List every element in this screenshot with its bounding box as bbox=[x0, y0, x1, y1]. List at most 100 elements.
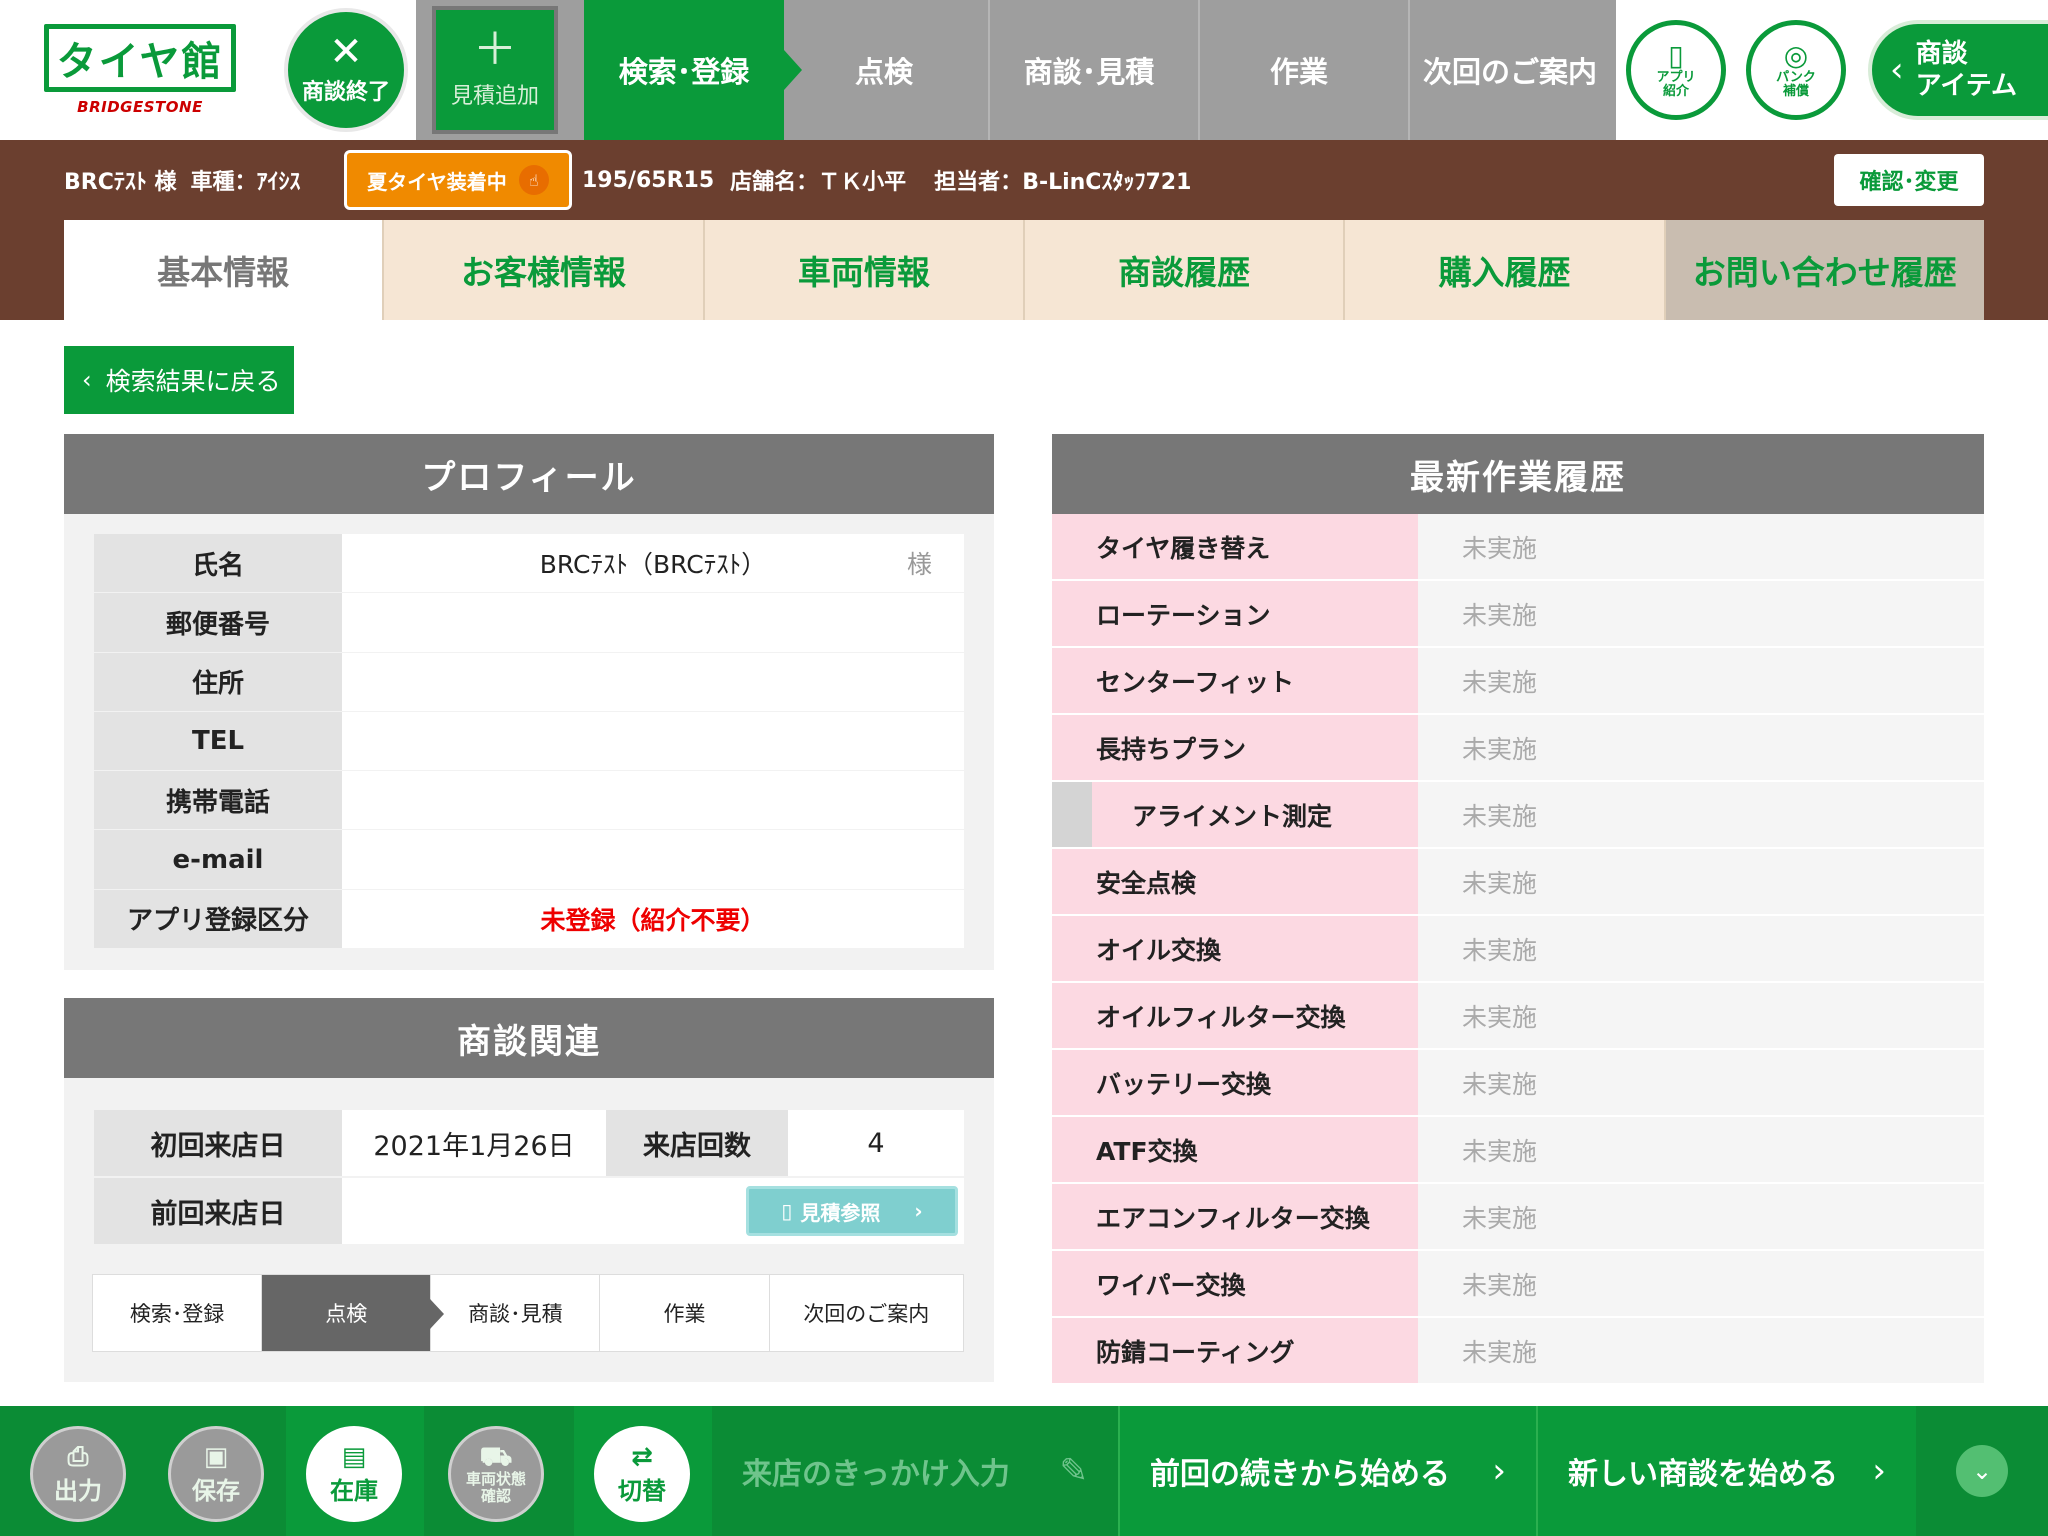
work-status: 未実施 bbox=[1418, 1251, 1984, 1316]
flow-step-next-guide: 次回のご案内 bbox=[803, 1302, 930, 1326]
vehicle-check-label-2: 確認 bbox=[480, 1487, 511, 1505]
negotiation-items-button[interactable]: ‹ 商談 アイテム bbox=[1868, 20, 2048, 120]
work-status: 未実施 bbox=[1418, 1050, 1984, 1115]
stock-button[interactable]: ▤ 在庫 bbox=[306, 1426, 402, 1522]
list-item: タイヤ履き替え 未実施 bbox=[1052, 514, 1984, 581]
switch-button[interactable]: ⇄ 切替 bbox=[594, 1426, 690, 1522]
new-negotiation-button[interactable]: 新しい商談を始める › bbox=[1536, 1406, 1916, 1536]
back-to-results-button[interactable]: ‹ 検索結果に戻る bbox=[64, 346, 294, 414]
confirm-change-button[interactable]: 確認･変更 bbox=[1834, 154, 1984, 206]
step-inspection[interactable]: 点検 bbox=[784, 0, 990, 140]
work-label-indented: アライメント測定 bbox=[1052, 782, 1418, 847]
vehicle-check-button[interactable]: ⛟ 車両状態 確認 bbox=[448, 1426, 544, 1522]
flow-step-negotiation-estimate: 商談･見積 bbox=[431, 1275, 601, 1351]
row-value bbox=[342, 593, 964, 652]
continue-previous-button[interactable]: 前回の続きから始める › bbox=[1118, 1406, 1536, 1536]
row-label: 初回来店日 bbox=[94, 1110, 342, 1176]
car-model: ｱｲｼｽ bbox=[256, 170, 301, 195]
table-row: 氏名 BRCﾃｽﾄ（BRCﾃｽﾄ） 様 bbox=[94, 534, 964, 594]
work-label: ATF交換 bbox=[1052, 1117, 1418, 1182]
document-icon: ▯ bbox=[781, 1199, 793, 1223]
bridgestone-logo: BRIDGESTONE bbox=[77, 98, 203, 116]
tire-status-label: 夏タイヤ装着中 bbox=[367, 169, 507, 194]
row-label: 前回来店日 bbox=[94, 1178, 342, 1244]
logo-text: タイヤ館 bbox=[44, 24, 236, 92]
chevron-right-icon: › bbox=[914, 1199, 923, 1223]
row-value bbox=[342, 771, 964, 830]
tab-negotiation-history[interactable]: 商談履歴 bbox=[1024, 220, 1346, 320]
table-row: 郵便番号 bbox=[94, 593, 964, 653]
step-label: 次回のご案内 bbox=[1422, 55, 1597, 89]
add-estimate-button[interactable]: ＋ 見積追加 bbox=[432, 6, 558, 134]
app-registration-value: 未登録（紹介不要） bbox=[342, 889, 964, 949]
work-label: エアコンフィルター交換 bbox=[1052, 1184, 1418, 1249]
negotiation-title: 商談関連 bbox=[64, 998, 994, 1078]
smartphone-icon: ▯ bbox=[1668, 39, 1684, 72]
work-status: 未実施 bbox=[1418, 715, 1984, 780]
puncture-warranty-button[interactable]: ◎ パンク 補償 bbox=[1746, 20, 1846, 120]
output-label: 出力 bbox=[54, 1476, 102, 1505]
visit-reason-input[interactable]: 来店のきっかけ入力 ✎ bbox=[712, 1406, 1118, 1536]
work-history-title: 最新作業履歴 bbox=[1052, 434, 1984, 514]
work-status: 未実施 bbox=[1418, 648, 1984, 713]
back-label: 検索結果に戻る bbox=[105, 367, 281, 396]
row-value bbox=[342, 830, 964, 889]
step-label: 点検 bbox=[854, 55, 913, 89]
tab-purchase-history[interactable]: 購入履歴 bbox=[1345, 220, 1666, 320]
table-row: 住所 bbox=[94, 652, 964, 712]
work-label: オイル交換 bbox=[1052, 916, 1418, 981]
row-label: 携帯電話 bbox=[94, 771, 342, 830]
row-value bbox=[342, 711, 964, 771]
step-negotiation-estimate[interactable]: 商談･見積 bbox=[984, 0, 1200, 140]
work-label: センターフィット bbox=[1052, 648, 1418, 713]
work-status: 未実施 bbox=[1418, 581, 1984, 646]
work-status: 未実施 bbox=[1418, 849, 1984, 914]
printer-icon: ⎙ bbox=[67, 1441, 89, 1472]
view-estimate-label: 見積参照 bbox=[800, 1200, 881, 1225]
negotiation-panel: 商談関連 初回来店日 2021年1月26日 来店回数 4 前回来店日 ▯ 見積参… bbox=[64, 998, 994, 1382]
puncture-label-2: 補償 bbox=[1782, 84, 1809, 99]
app-intro-label-1: アプリ bbox=[1656, 70, 1696, 85]
visit-reason-label: 来店のきっかけ入力 bbox=[742, 1457, 1010, 1492]
list-item: ローテーション 未実施 bbox=[1052, 581, 1984, 648]
profile-title: プロフィール bbox=[64, 434, 994, 514]
end-negotiation-label: 商談終了 bbox=[301, 80, 390, 105]
row-label: 氏名 bbox=[94, 534, 342, 593]
list-item: 長持ちプラン 未実施 bbox=[1052, 715, 1984, 782]
new-negotiation-label: 新しい商談を始める bbox=[1568, 1457, 1838, 1492]
table-row: アプリ登録区分 未登録（紹介不要） bbox=[94, 889, 964, 950]
work-status: 未実施 bbox=[1418, 514, 1984, 579]
list-item: オイルフィルター交換 未実施 bbox=[1052, 983, 1984, 1050]
customer-info: BRCﾃｽﾄ 様 車種： ｱｲｼｽ bbox=[64, 160, 301, 200]
list-item: バッテリー交換 未実施 bbox=[1052, 1050, 1984, 1117]
step-work[interactable]: 作業 bbox=[1194, 0, 1410, 140]
edit-icon: ✎ bbox=[1059, 1451, 1089, 1491]
profile-panel: プロフィール 氏名 BRCﾃｽﾄ（BRCﾃｽﾄ） 様 郵便番号 住所 TEL 携… bbox=[64, 434, 994, 970]
close-icon: ✕ bbox=[329, 29, 363, 75]
tab-basic-info[interactable]: 基本情報 bbox=[64, 220, 385, 320]
chevron-down-icon: ⌄ bbox=[1956, 1445, 2008, 1497]
collapse-toolbar-button[interactable]: ⌄ bbox=[1916, 1406, 2048, 1536]
car-label: 車種： bbox=[190, 170, 257, 195]
step-search-register[interactable]: 検索･登録 bbox=[584, 0, 802, 140]
tab-inquiry-history[interactable]: お問い合わせ履歴 bbox=[1665, 220, 1984, 320]
row-label: TEL bbox=[94, 711, 342, 771]
work-label: 安全点検 bbox=[1052, 849, 1418, 914]
output-button[interactable]: ⎙ 出力 bbox=[30, 1426, 126, 1522]
tire-status-badge[interactable]: 夏タイヤ装着中 ☝ bbox=[344, 150, 572, 210]
work-label: バッテリー交換 bbox=[1052, 1050, 1418, 1115]
chevron-right-icon: › bbox=[1872, 1451, 1886, 1491]
list-item: アライメント測定 未実施 bbox=[1052, 782, 1984, 849]
tab-customer-info[interactable]: お客様情報 bbox=[384, 220, 705, 320]
staff-label: 担当者： bbox=[934, 170, 1023, 195]
step-next-guide[interactable]: 次回のご案内 bbox=[1404, 0, 1616, 140]
list-item: オイル交換 未実施 bbox=[1052, 916, 1984, 983]
view-estimate-button[interactable]: ▯ 見積参照 › bbox=[746, 1186, 958, 1236]
work-label: 長持ちプラン bbox=[1052, 715, 1418, 780]
flow-step-work: 作業 bbox=[600, 1275, 770, 1351]
tab-vehicle-info[interactable]: 車両情報 bbox=[704, 220, 1025, 320]
step-label: 検索･登録 bbox=[618, 55, 750, 89]
app-intro-button[interactable]: ▯ アプリ 紹介 bbox=[1626, 20, 1726, 120]
save-button[interactable]: ▣ 保存 bbox=[168, 1426, 264, 1522]
end-negotiation-button[interactable]: ✕ 商談終了 bbox=[284, 8, 408, 132]
